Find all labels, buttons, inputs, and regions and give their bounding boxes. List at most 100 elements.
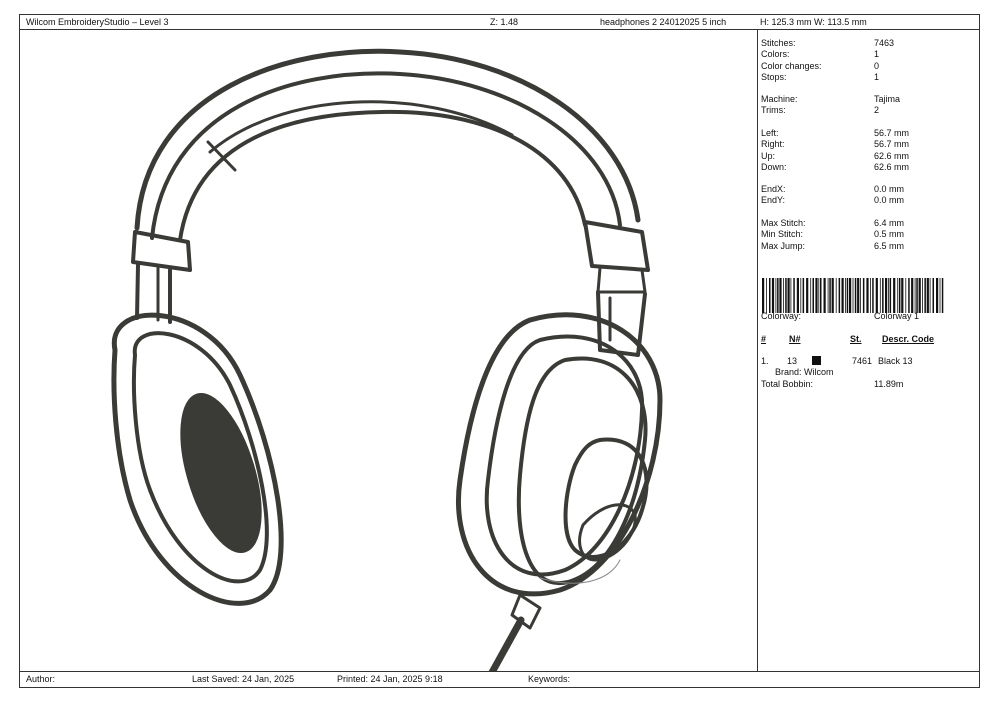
barcode-bar — [796, 278, 799, 313]
stat-value: 0.5 mm — [874, 229, 905, 240]
barcode-bar — [812, 278, 814, 313]
barcode-bar — [924, 278, 926, 313]
barcode-bar — [862, 278, 865, 313]
color-row-num: 1. — [761, 356, 769, 366]
stat-value: 0 — [874, 60, 880, 71]
barcode-bar — [810, 278, 812, 313]
barcode-bar — [815, 278, 818, 313]
stat-row: Colors: 1 — [761, 49, 976, 60]
color-row-descr: Black 13 — [878, 356, 913, 366]
barcode-bar — [893, 278, 896, 313]
barcode-bar — [806, 278, 809, 313]
stat-value: 56.7 mm — [874, 128, 910, 138]
design-name: headphones 2 24012025 5 inch — [600, 17, 727, 27]
barcode-bar — [914, 278, 916, 313]
stat-value: 0.0 mm — [874, 184, 905, 194]
barcode-bar — [857, 278, 860, 313]
stat-label: Down: — [761, 161, 787, 172]
zoom-level: Z: 1.48 — [490, 17, 519, 27]
printed-date: Printed: 24 Jan, 2025 9:18 — [337, 674, 443, 684]
barcode-bar — [885, 278, 888, 313]
stat-value: 1 — [874, 71, 880, 82]
stat-label: Up: — [761, 150, 776, 161]
stat-row: Min Stitch: 0.5 mm — [761, 229, 976, 240]
author-label: Author: — [26, 674, 56, 684]
stat-row: Up: 62.6 mm — [761, 151, 976, 162]
barcode-bar — [835, 278, 837, 313]
barcode-bar — [818, 278, 820, 313]
barcode-bar — [823, 278, 826, 313]
barcode-bar — [888, 278, 889, 313]
color-swatch — [812, 356, 821, 365]
barcode-bar — [911, 278, 914, 313]
barcode-bar — [790, 278, 792, 313]
barcode-icon — [762, 278, 944, 313]
stat-row: Max Jump: 6.5 mm — [761, 241, 976, 252]
barcode-bar — [879, 278, 881, 313]
stat-value: 62.6 mm — [874, 150, 910, 161]
stat-row: EndY: 0.0 mm — [761, 195, 976, 206]
stat-value: Tajima — [874, 94, 901, 104]
stat-label: Stops: — [761, 71, 787, 82]
barcode-bar — [777, 278, 779, 313]
stat-value: 2 — [874, 105, 880, 116]
barcode-bar — [802, 278, 805, 313]
barcode-bar — [936, 278, 939, 313]
barcode-bar — [908, 278, 910, 313]
barcode-bar — [771, 278, 775, 313]
barcode-bar — [769, 278, 771, 313]
barcode-bar — [918, 278, 921, 313]
last-saved: Last Saved: 24 Jan, 2025 — [192, 674, 295, 684]
stat-value: 6.4 mm — [874, 218, 905, 228]
barcode-bar — [775, 278, 777, 313]
barcode-bar — [922, 278, 923, 313]
barcode-bar — [820, 278, 822, 313]
stat-label: EndX: — [761, 184, 786, 194]
barcode-bar — [898, 278, 901, 313]
col-header-n: N# — [789, 334, 801, 344]
color-row-brand: Brand: Wilcom — [775, 367, 834, 377]
stat-label: Right: — [761, 139, 785, 150]
print-preview-sheet: Wilcom EmbroideryStudio – Level 3 Z: 1.4… — [19, 14, 980, 688]
stat-row: Color changes: 0 — [761, 61, 976, 72]
stat-value: 0.0 mm — [874, 195, 905, 206]
headphones-embroidery-design — [111, 48, 663, 680]
col-header-num: # — [761, 334, 767, 344]
stat-value: 6.5 mm — [874, 240, 905, 251]
barcode-bar — [860, 278, 861, 313]
barcode-bar — [875, 278, 878, 313]
col-header-descr: Descr. Code — [882, 334, 935, 344]
design-info-panel: Stitches: 7463 Colors: 1 Color changes: 0 Stop… — [759, 30, 980, 672]
design-canvas[interactable] — [20, 30, 758, 680]
barcode-bar — [932, 278, 934, 313]
stat-row: Left: 56.7 mm — [761, 128, 976, 139]
barcode-bar — [854, 278, 857, 313]
stat-row: EndX: 0.0 mm — [761, 184, 976, 195]
barcode-bar — [916, 278, 918, 313]
barcode-bar — [793, 278, 795, 313]
stat-label: Left: — [761, 128, 779, 138]
barcode-bar — [905, 278, 907, 313]
stat-label: Stitches: — [761, 38, 796, 48]
barcode-bar — [838, 278, 841, 313]
barcode-bar — [929, 278, 931, 313]
barcode-bar — [866, 278, 869, 313]
stat-label: Colors: — [761, 49, 790, 60]
barcode-bar — [831, 278, 834, 313]
stat-value: 1 — [874, 49, 880, 60]
stat-label: Max Stitch: — [761, 218, 806, 228]
stat-label: Trims: — [761, 105, 786, 116]
design-dimensions: H: 125.3 mm W: 113.5 mm — [760, 17, 867, 27]
barcode-bar — [846, 278, 849, 313]
stat-row: Stops: 1 — [761, 72, 976, 83]
keywords-label: Keywords: — [528, 674, 571, 684]
barcode-bar — [845, 278, 846, 313]
barcode-bar — [941, 278, 944, 313]
barcode-bar — [926, 278, 929, 313]
color-row-n: 13 — [787, 356, 798, 366]
stat-label: Min Stitch: — [761, 229, 804, 240]
stat-label: EndY: — [761, 195, 786, 206]
stat-row: Right: 56.7 mm — [761, 139, 976, 150]
barcode-bar — [901, 278, 904, 313]
stat-row: Stitches: 7463 — [761, 38, 976, 49]
